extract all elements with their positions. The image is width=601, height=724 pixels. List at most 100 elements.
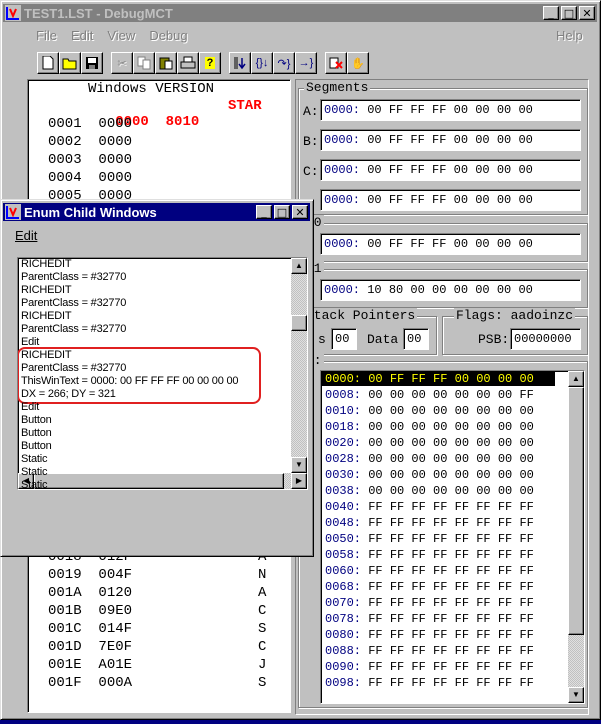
memory-row[interactable]: 0010: 00 00 00 00 00 00 00 00 [325, 404, 534, 418]
memory-row[interactable]: 0028: 00 00 00 00 00 00 00 00 [325, 452, 534, 466]
enum-list-item[interactable]: RICHEDIT [21, 284, 72, 296]
listing-row[interactable]: 001A 0120 [48, 585, 132, 601]
menu-help[interactable]: Help [549, 28, 590, 43]
menu-view[interactable]: View [100, 28, 142, 43]
copy-button[interactable] [133, 52, 155, 74]
maximize-button[interactable]: □ [561, 6, 577, 20]
enum-list-item[interactable]: RICHEDIT [21, 310, 72, 322]
segment-d-field[interactable]: 0000: 00 FF FF FF 00 00 00 00 [320, 189, 581, 211]
paste-button[interactable] [155, 52, 177, 74]
memory-row[interactable]: 0098: FF FF FF FF FF FF FF FF [325, 676, 534, 690]
enum-list-item[interactable]: DX = 266; DY = 321 [21, 388, 116, 400]
main-titlebar[interactable]: TEST1.LST - DebugMCT _ □ ✕ [3, 4, 597, 22]
enum-list-item[interactable]: ParentClass = #32770 [21, 323, 126, 335]
enum-list-item[interactable]: Button [21, 414, 52, 426]
step-over-button[interactable]: ↷} [273, 52, 295, 74]
enum-vscrollbar[interactable]: ▲ ▼ [291, 258, 307, 473]
enum-list-item[interactable]: ParentClass = #32770 [21, 271, 126, 283]
enum-list-item[interactable]: Button [21, 427, 52, 439]
enum-hscrollbar[interactable]: ◀ ▶ [18, 473, 307, 489]
cut-button[interactable]: ✂ [111, 52, 133, 74]
r1-field[interactable]: 0000: 10 80 00 00 00 00 00 00 [320, 279, 581, 301]
menu-file[interactable]: File [29, 28, 64, 43]
memory-row[interactable]: 0080: FF FF FF FF FF FF FF FF [325, 628, 534, 642]
enum-list-item[interactable]: ParentClass = #32770 [21, 362, 126, 374]
flags-psb-field[interactable]: 00000000 [510, 328, 581, 350]
stack-s-field[interactable]: 00 [331, 328, 357, 350]
help-button[interactable]: ? [199, 52, 221, 74]
enum-maximize-button[interactable]: □ [274, 205, 290, 219]
enum-list-item[interactable]: Static [21, 466, 48, 478]
listing-row[interactable]: 0019 004F [48, 567, 132, 583]
listing-val: A01E [98, 657, 133, 673]
menu-edit[interactable]: Edit [64, 28, 100, 43]
enum-minimize-button[interactable]: _ [256, 205, 272, 219]
memory-scrollbar[interactable]: ▲ ▼ [568, 371, 584, 703]
minimize-button[interactable]: _ [543, 6, 559, 20]
hand-button[interactable]: ✋ [347, 52, 369, 74]
segment-c-field[interactable]: 0000: 00 FF FF FF 00 00 00 00 [320, 159, 581, 181]
memory-row[interactable]: 0018: 00 00 00 00 00 00 00 00 [325, 420, 534, 434]
enum-scroll-up[interactable]: ▲ [291, 258, 307, 274]
segment-b-field[interactable]: 0000: 00 FF FF FF 00 00 00 00 [320, 129, 581, 151]
enum-hscroll-thumb[interactable] [34, 473, 284, 489]
enum-list-item[interactable]: RICHEDIT [21, 258, 72, 270]
memory-row[interactable]: 0058: FF FF FF FF FF FF FF FF [325, 548, 534, 562]
listing-row[interactable]: 0002 0000 [48, 134, 132, 150]
enum-list-item[interactable]: Static [21, 479, 48, 489]
enum-scroll-down[interactable]: ▼ [291, 457, 307, 473]
open-button[interactable] [59, 52, 81, 74]
memory-row[interactable]: 0030: 00 00 00 00 00 00 00 00 [325, 468, 534, 482]
enum-titlebar[interactable]: Enum Child Windows _ □ ✕ [3, 203, 310, 221]
step-out-button[interactable]: →} [295, 52, 317, 74]
memory-scroll-up[interactable]: ▲ [568, 371, 584, 387]
listing-row[interactable]: 0001 0000 [48, 116, 132, 132]
listing-row[interactable]: 0004 0000 [48, 170, 132, 186]
memory-row[interactable]: 0040: FF FF FF FF FF FF FF FF [325, 500, 534, 514]
new-button[interactable] [37, 52, 59, 74]
enum-list-item[interactable]: RICHEDIT [21, 349, 72, 361]
listing-row[interactable]: 001E A01E [48, 657, 132, 673]
enum-close-button[interactable]: ✕ [292, 205, 308, 219]
enum-scroll-right[interactable]: ▶ [291, 473, 307, 489]
memory-scroll-down[interactable]: ▼ [568, 687, 584, 703]
memory-row[interactable]: 0070: FF FF FF FF FF FF FF FF [325, 596, 534, 610]
memory-row[interactable]: 0090: FF FF FF FF FF FF FF FF [325, 660, 534, 674]
step-button[interactable] [229, 52, 251, 74]
break-button[interactable] [325, 52, 347, 74]
memory-row[interactable]: 0078: FF FF FF FF FF FF FF FF [325, 612, 534, 626]
listing-row[interactable]: 001B 09E0 [48, 603, 132, 619]
memory-row[interactable]: 0048: FF FF FF FF FF FF FF FF [325, 516, 534, 530]
listing-row[interactable]: 001C 014F [48, 621, 132, 637]
enum-list-item[interactable]: ThisWinText = 0000: 00 FF FF FF 00 00 00… [21, 375, 239, 387]
enum-list-item[interactable]: Button [21, 440, 52, 452]
listing-row[interactable]: 001F 000A [48, 675, 132, 691]
memory-row[interactable]: 0060: FF FF FF FF FF FF FF FF [325, 564, 534, 578]
enum-list-item[interactable]: Edit [21, 401, 39, 413]
memory-row[interactable]: 0020: 00 00 00 00 00 00 00 00 [325, 436, 534, 450]
enum-list-item[interactable]: Static [21, 453, 48, 465]
stack-data-field[interactable]: 00 [403, 328, 429, 350]
r0-field[interactable]: 0000: 00 FF FF FF 00 00 00 00 [320, 233, 581, 255]
segment-a-field[interactable]: 0000: 00 FF FF FF 00 00 00 00 [320, 99, 581, 121]
print-button[interactable] [177, 52, 199, 74]
memory-row[interactable]: 0050: FF FF FF FF FF FF FF FF [325, 532, 534, 546]
memory-list[interactable]: ▲ ▼ 0000: 00 FF FF FF 00 00 00 00 0008: 0… [320, 370, 585, 704]
enum-list-item[interactable]: Edit [21, 336, 39, 348]
memory-row[interactable]: 0068: FF FF FF FF FF FF FF FF [325, 580, 534, 594]
enum-list-item[interactable]: ParentClass = #32770 [21, 297, 126, 309]
menu-debug[interactable]: Debug [142, 28, 194, 43]
save-button[interactable] [81, 52, 103, 74]
listing-row[interactable]: 001D 7E0F [48, 639, 132, 655]
close-button[interactable]: ✕ [579, 6, 595, 20]
listing-row[interactable]: 0003 0000 [48, 152, 132, 168]
memory-row[interactable]: 0088: FF FF FF FF FF FF FF FF [325, 644, 534, 658]
enum-vscroll-thumb[interactable] [291, 315, 307, 331]
step-into-button[interactable]: {}↓ [251, 52, 273, 74]
memory-row[interactable]: 0008: 00 00 00 00 00 00 00 FF [325, 388, 534, 402]
memory-scroll-thumb[interactable] [568, 387, 584, 635]
memory-row[interactable]: 0000: 00 FF FF FF 00 00 00 00 [322, 372, 555, 386]
memory-row[interactable]: 0038: 00 00 00 00 00 00 00 00 [325, 484, 534, 498]
enum-menu-edit[interactable]: Edit [9, 228, 43, 243]
enum-listbox[interactable]: ▲ ▼ ◀ ▶ RICHEDIT ParentClass = #32770 RIC… [17, 257, 308, 490]
